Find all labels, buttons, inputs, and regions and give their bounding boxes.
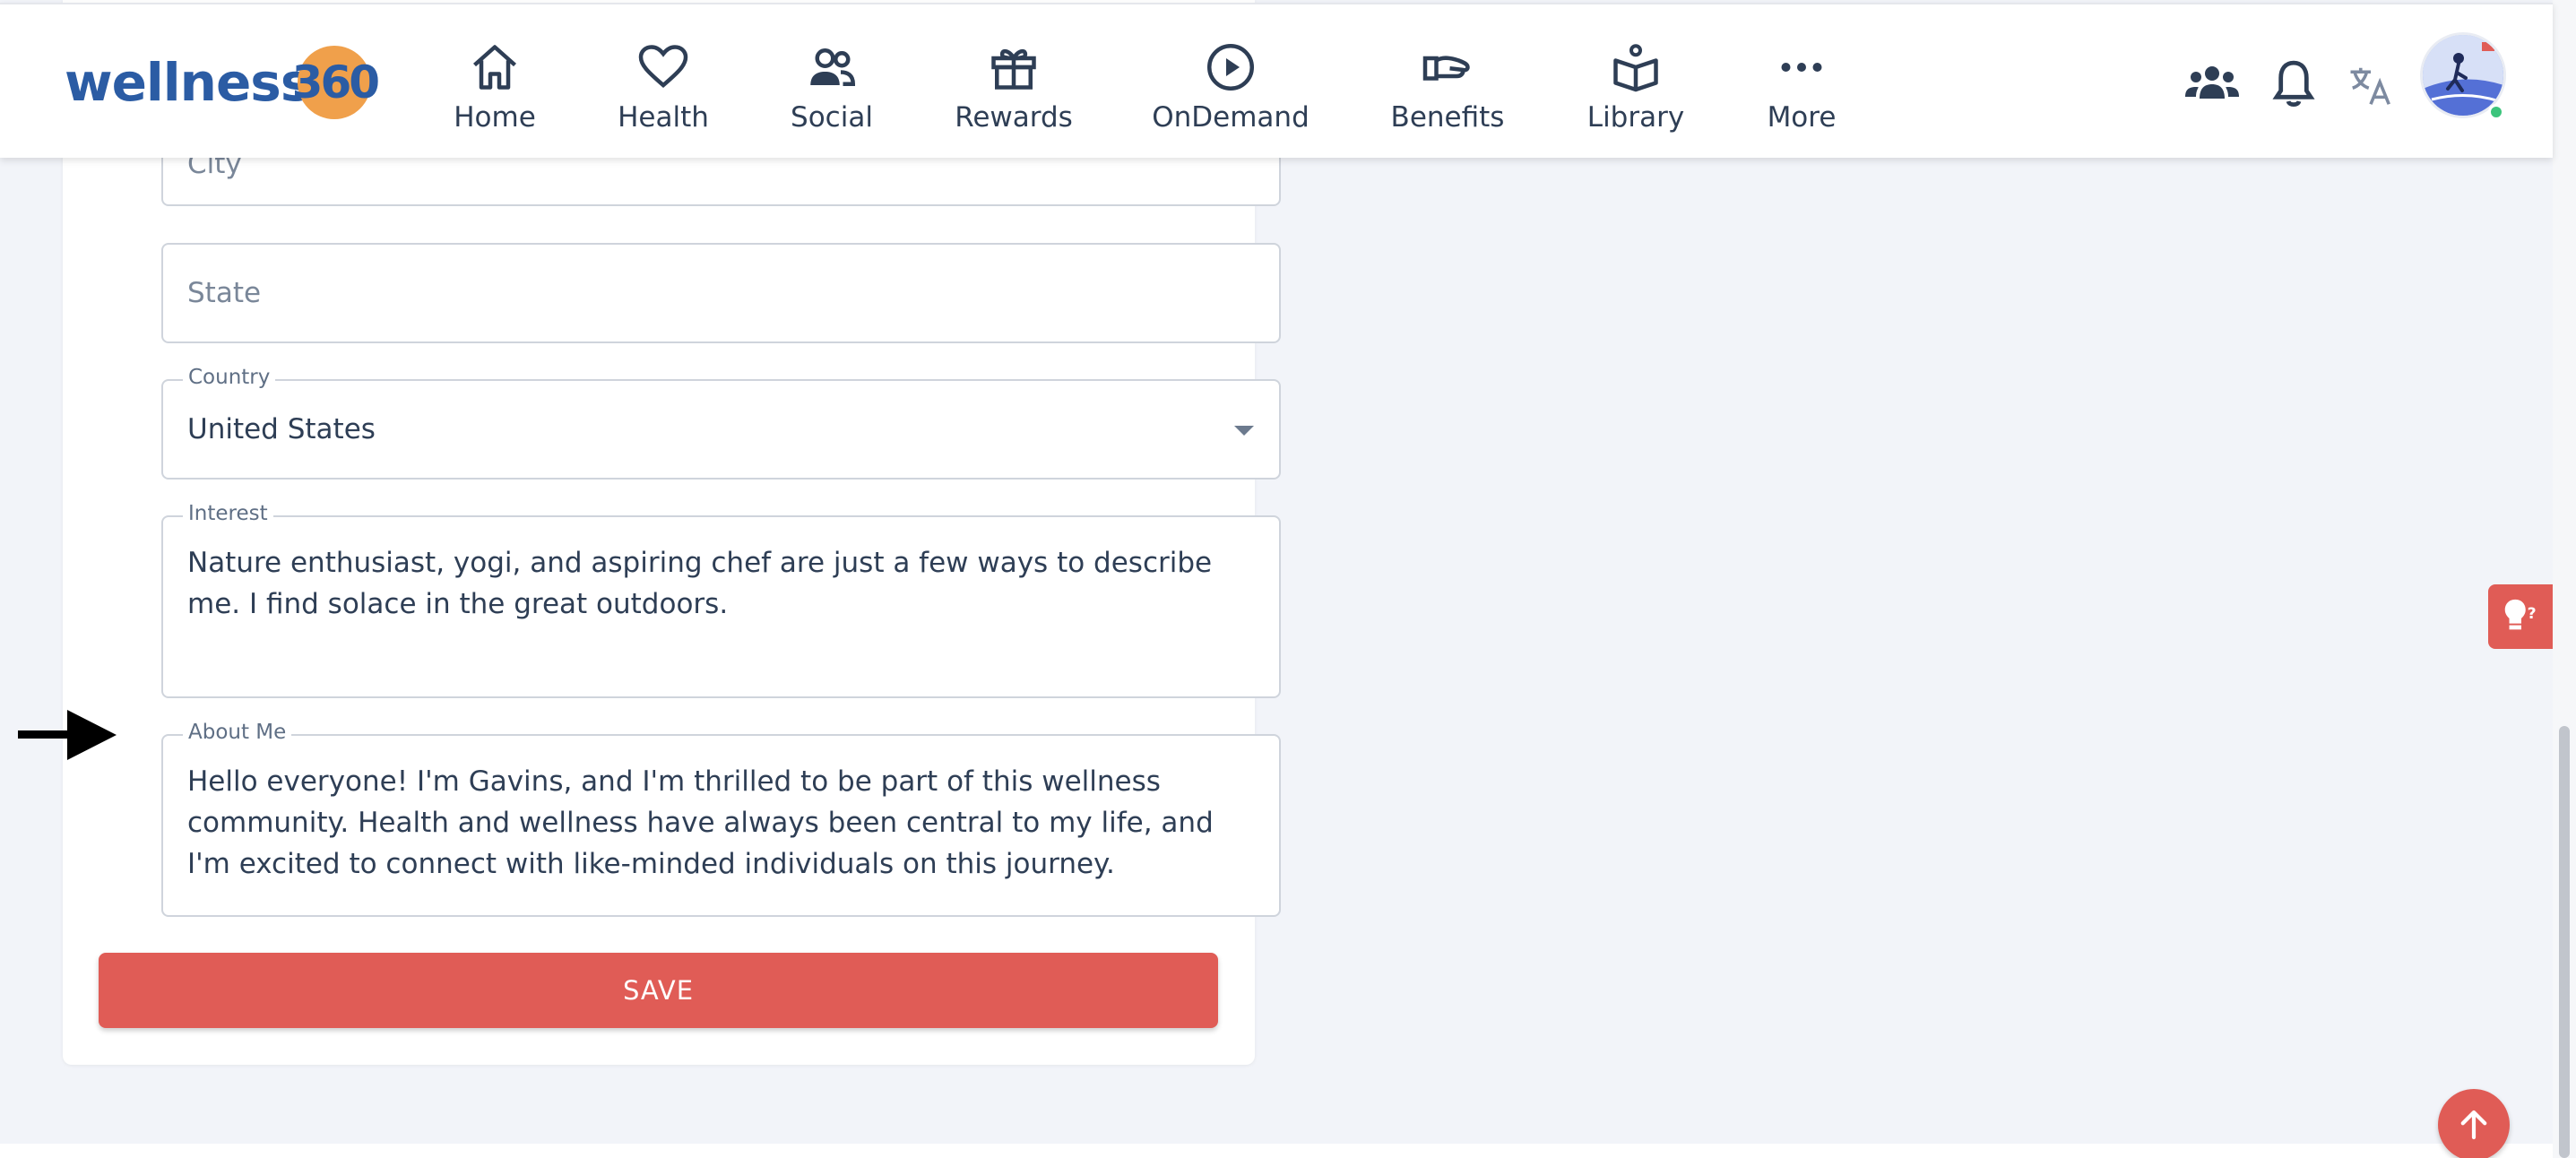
interest-textarea[interactable]: Interest Nature enthusiast, yogi, and as… <box>161 502 1281 698</box>
interest-value: Nature enthusiast, yogi, and aspiring ch… <box>187 547 1213 620</box>
profile-form-card: City State Country United States Interes… <box>63 0 1281 1065</box>
ellipsis-icon <box>1781 63 1822 72</box>
book-icon <box>1613 44 1658 92</box>
svg-text:?: ? <box>2528 605 2537 623</box>
nav-ondemand[interactable]: OnDemand <box>1150 40 1311 139</box>
chevron-down-icon[interactable] <box>1234 426 1254 436</box>
interest-label: Interest <box>183 502 273 525</box>
country-select[interactable]: Country United States <box>161 366 1281 480</box>
top-navbar: wellness 360 Home Health Social Rewards … <box>0 3 2553 158</box>
footer-edge <box>0 1144 2553 1158</box>
play-circle-icon <box>1207 44 1254 91</box>
save-button[interactable]: SAVE <box>99 953 1218 1028</box>
nav-benefits[interactable]: Benefits <box>1385 40 1510 139</box>
nav-benefits-label: Benefits <box>1390 101 1505 134</box>
nav-rewards-label: Rewards <box>955 101 1073 134</box>
state-field[interactable]: State <box>161 243 1281 343</box>
about-me-textarea[interactable]: About Me Hello everyone! I'm Gavins, and… <box>161 721 1281 917</box>
group-icon[interactable] <box>2183 60 2241 105</box>
nav-more[interactable]: More <box>1757 40 1846 139</box>
bell-icon[interactable] <box>2268 56 2320 112</box>
about-me-label: About Me <box>183 721 292 744</box>
state-placeholder: State <box>187 277 262 309</box>
about-me-value: Hello everyone! I'm Gavins, and I'm thri… <box>187 765 1214 880</box>
country-value: United States <box>187 413 376 445</box>
logo-number: 360 <box>292 46 380 119</box>
wellness360-logo[interactable]: wellness 360 <box>65 44 380 121</box>
country-label: Country <box>183 366 276 389</box>
nav-home-label: Home <box>454 101 536 134</box>
nav-more-label: More <box>1767 101 1837 134</box>
scroll-to-top-button[interactable] <box>2438 1089 2510 1158</box>
arrow-up-icon <box>2460 1110 2487 1140</box>
nav-library[interactable]: Library <box>1578 40 1694 139</box>
home-icon <box>473 45 516 90</box>
nav-home[interactable]: Home <box>441 40 549 139</box>
online-status-dot <box>2488 104 2504 120</box>
heart-icon <box>638 45 688 88</box>
logo-text: wellness <box>65 52 311 113</box>
nav-social-label: Social <box>791 101 873 134</box>
nav-health[interactable]: Health <box>605 40 722 139</box>
people-icon <box>810 48 856 86</box>
nav-rewards[interactable]: Rewards <box>951 40 1076 139</box>
nav-social[interactable]: Social <box>778 40 886 139</box>
nav-health-label: Health <box>618 101 709 134</box>
nav-ondemand-label: OnDemand <box>1152 101 1310 134</box>
arrow-annotation-icon <box>18 710 117 760</box>
translate-icon[interactable] <box>2347 62 2395 110</box>
page-scrollbar-thumb[interactable] <box>2559 726 2570 1158</box>
gift-icon <box>991 48 1036 90</box>
tips-button[interactable]: ? <box>2488 584 2553 649</box>
hand-icon <box>1422 56 1470 81</box>
lightbulb-question-icon: ? <box>2504 599 2537 630</box>
nav-library-label: Library <box>1586 101 1685 134</box>
